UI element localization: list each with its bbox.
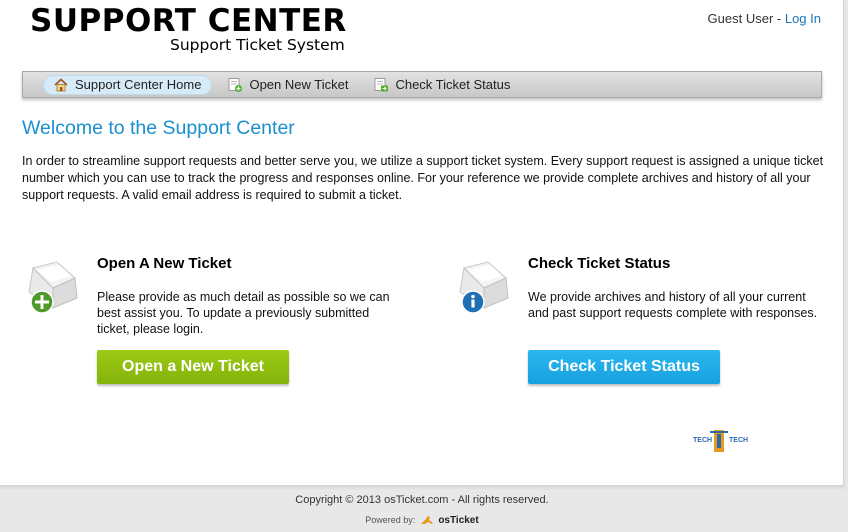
info-ticket-large-icon: [459, 261, 509, 314]
check-status-description: We provide archives and history of all y…: [528, 290, 818, 320]
logo-title: SUPPORT CENTER: [30, 3, 347, 39]
svg-text:TECH: TECH: [729, 437, 748, 444]
brand-name[interactable]: osTicket: [438, 515, 478, 526]
page-title: Welcome to the Support Center: [22, 117, 295, 139]
guest-user-label: Guest User: [707, 11, 774, 26]
sponsor-logo: TECH TECH: [693, 430, 748, 452]
login-link[interactable]: Log In: [785, 11, 821, 26]
main-nav: Support Center Home Open New Ticket Chec…: [22, 71, 822, 98]
logo-subtitle: Support Ticket System: [169, 36, 345, 54]
open-new-ticket-button[interactable]: Open a New Ticket: [97, 350, 289, 384]
powered-by: Powered by: osTicket: [0, 514, 844, 526]
new-ticket-large-icon: [28, 261, 78, 314]
nav-label: Check Ticket Status: [395, 77, 511, 92]
ticket-status-icon: [375, 77, 389, 91]
new-ticket-icon: [229, 77, 243, 92]
user-info: Guest User - Log In: [708, 11, 821, 26]
site-logo[interactable]: SUPPORT CENTER Support Ticket System: [30, 4, 347, 54]
check-ticket-status-button[interactable]: Check Ticket Status: [528, 350, 720, 384]
footer-copyright: Copyright © 2013 osTicket.com - All righ…: [295, 494, 549, 506]
user-separator: -: [773, 11, 785, 26]
check-status-heading: Check Ticket Status: [528, 255, 671, 272]
kangaroo-logo-icon: [421, 516, 434, 524]
open-ticket-description: Please provide as much detail as possibl…: [97, 290, 390, 336]
svg-text:TECH: TECH: [693, 437, 712, 444]
intro-text: In order to streamline support requests …: [22, 154, 824, 202]
nav-open-new-ticket[interactable]: Open New Ticket: [218, 75, 358, 95]
open-ticket-heading: Open A New Ticket: [97, 255, 232, 272]
home-icon: [54, 77, 68, 91]
nav-label: Support Center Home: [75, 77, 202, 92]
nav-support-center-home[interactable]: Support Center Home: [43, 74, 213, 95]
nav-label: Open New Ticket: [249, 77, 349, 92]
page-container: SUPPORT CENTER Support Ticket System Gue…: [0, 0, 844, 486]
nav-check-ticket-status[interactable]: Check Ticket Status: [364, 75, 520, 95]
powered-by-label: Powered by:: [365, 515, 416, 525]
